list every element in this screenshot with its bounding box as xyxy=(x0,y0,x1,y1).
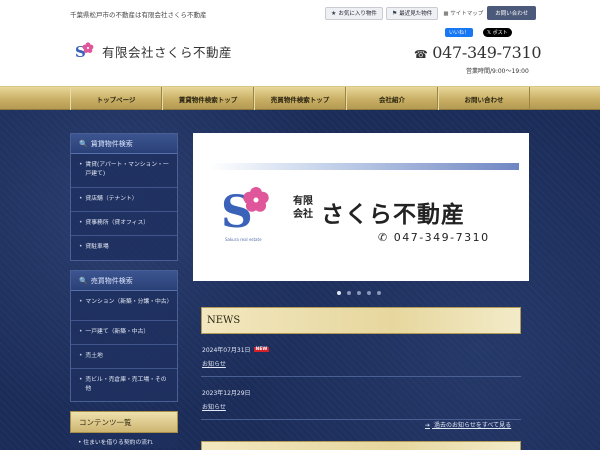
social-buttons: いいね！ 𝕏 ポスト xyxy=(445,28,512,37)
sidebar-item-label: 貸事務所（貸オフィス） xyxy=(85,220,150,226)
slider-dot-4[interactable] xyxy=(367,291,371,295)
sale-search-box: 🔍 売買物件検索 • マンション（新築・分譲・中古） • 一戸建て（新築・中古）… xyxy=(70,270,178,402)
rental-search-title: 賃貸物件検索 xyxy=(90,139,133,148)
news-item: 2024年07月31日 NEW お知らせ xyxy=(201,334,521,377)
news-category-link[interactable]: お知らせ xyxy=(202,359,521,368)
recent-link[interactable]: ⚑ 最近見た物件 xyxy=(385,6,439,20)
sidebar-item-label: 住まいを借りる契約の流れ xyxy=(83,440,153,446)
sidebar-item-label: 一戸建て（新築・中古） xyxy=(85,329,150,335)
bullet-icon: • xyxy=(79,329,83,335)
news-heading: NEWS xyxy=(201,307,521,334)
sidebar-item-sale-building[interactable]: • 売ビル・売倉庫・売工場・その他 xyxy=(71,369,177,401)
facebook-like-button[interactable]: いいね！ xyxy=(445,28,474,37)
news-date: 2023年12月29日 xyxy=(202,390,251,397)
x-post-label: ポスト xyxy=(492,30,508,36)
favorites-link[interactable]: ★ お気に入り物件 xyxy=(325,6,383,20)
rental-search-heading: 🔍 賃貸物件検索 xyxy=(71,134,177,154)
slider-dot-5[interactable] xyxy=(377,291,381,295)
news-view-all-label: 過去のお知らせをすべて見る xyxy=(433,422,512,429)
bullet-icon: • xyxy=(79,377,83,383)
arrow-right-icon: ➔ xyxy=(425,422,431,429)
banner-phone-text: 047-349-7310 xyxy=(393,231,490,244)
sidebar-item-label: 貸店舗（テナント） xyxy=(85,196,138,202)
phone-icon: ☎ xyxy=(414,48,428,61)
sitemap-link[interactable]: ■ サイトマップ xyxy=(443,9,483,17)
site-tagline: 千葉県松戸市の不動産は有限会社さくら不動産 xyxy=(70,11,207,19)
sidebar-item-lease-flow[interactable]: • 住まいを借りる契約の流れ xyxy=(70,433,178,448)
banner-yugen-text: 有限会社 xyxy=(293,196,313,220)
square-bullet-icon: ■ xyxy=(443,11,449,17)
news-section: NEWS 2024年07月31日 NEW お知らせ 2023年12月29日 お知… xyxy=(201,307,521,420)
slider-dot-3[interactable] xyxy=(357,291,361,295)
slider-dot-2[interactable] xyxy=(347,291,351,295)
new-badge: NEW xyxy=(253,347,270,352)
banner-gradient-line xyxy=(209,163,519,170)
news-date-row: 2023年12月29日 xyxy=(202,388,521,397)
company-logo[interactable]: S 有限会社さくら不動産 xyxy=(74,40,232,62)
news-category-link[interactable]: お知らせ xyxy=(202,402,521,411)
bullet-icon: • xyxy=(79,220,83,226)
news-date: 2024年07月31日 xyxy=(202,347,251,354)
slider-dots xyxy=(337,291,387,295)
x-post-button[interactable]: 𝕏 ポスト xyxy=(483,28,512,37)
contents-heading: コンテンツ一覧 xyxy=(70,411,178,433)
sidebar-item-label: 貸駐車場 xyxy=(85,244,109,250)
search-icon: 🔍 xyxy=(79,276,88,285)
hero-slider[interactable]: S 有限会社 さくら不動産 Sakura real estate ✆ 047-3… xyxy=(193,133,529,281)
phone-number-text: 047-349-7310 xyxy=(432,43,542,62)
news-view-all-link[interactable]: ➔ 過去のお知らせをすべて見る xyxy=(425,420,511,429)
sidebar-item-label: 売ビル・売倉庫・売工場・その他 xyxy=(85,377,167,392)
bullet-icon: • xyxy=(79,353,83,359)
sale-search-title: 売買物件検索 xyxy=(90,276,133,285)
sidebar-item-label: 売土地 xyxy=(85,353,103,359)
facebook-like-label: いいね！ xyxy=(449,30,470,36)
sidebar-item-label: マンション（新築・分譲・中古） xyxy=(85,299,173,305)
company-name: 有限会社さくら不動産 xyxy=(102,44,233,60)
sidebar-item-rental-residential[interactable]: • 賃貸(アパート・マンション・一戸建て) xyxy=(71,154,177,188)
recent-label: 最近見た物件 xyxy=(399,11,433,17)
sidebar-item-sale-mansion[interactable]: • マンション（新築・分譲・中古） xyxy=(71,291,177,321)
header-contact-label: お問い合わせ xyxy=(495,11,529,17)
slider-dot-1[interactable] xyxy=(337,291,341,295)
header-contact-button[interactable]: お問い合わせ xyxy=(487,6,537,20)
nav-item-rental-search[interactable]: 賃貸物件検索トップ xyxy=(162,87,254,110)
nav-item-sale-search[interactable]: 売買物件検索トップ xyxy=(254,87,346,110)
sitemap-label: サイトマップ xyxy=(450,11,484,17)
rental-search-box: 🔍 賃貸物件検索 • 賃貸(アパート・マンション・一戸建て) • 貸店舗（テナン… xyxy=(70,133,178,261)
flag-icon: ⚑ xyxy=(391,9,398,17)
banner-company-name: さくら不動産 xyxy=(321,202,465,228)
star-icon: ★ xyxy=(331,9,337,17)
banner-english-name: Sakura real estate xyxy=(225,237,262,242)
sidebar-item-label: 賃貸(アパート・マンション・一戸建て) xyxy=(85,162,169,177)
next-section-heading xyxy=(201,441,521,450)
bullet-icon: • xyxy=(79,244,83,250)
sidebar-item-rental-parking[interactable]: • 貸駐車場 xyxy=(71,236,177,260)
sidebar-item-rental-store[interactable]: • 貸店舗（テナント） xyxy=(71,188,177,212)
bullet-icon: • xyxy=(79,196,83,202)
phone-hook-icon: ✆ xyxy=(378,231,389,244)
phone-number[interactable]: ☎ 047-349-7310 xyxy=(414,43,542,62)
bullet-icon: • xyxy=(79,162,83,168)
site-header: 千葉県松戸市の不動産は有限会社さくら不動産 ★ お気に入り物件 ⚑ 最近見た物件… xyxy=(0,0,600,86)
global-nav: トップページ 賃貸物件検索トップ 売買物件検索トップ 会社紹介 お問い合わせ xyxy=(0,86,600,110)
nav-item-contact[interactable]: お問い合わせ xyxy=(438,87,530,110)
banner-phone: ✆ 047-349-7310 xyxy=(378,231,490,244)
news-item: 2023年12月29日 お知らせ xyxy=(201,377,521,420)
sidebar-item-sale-land[interactable]: • 売土地 xyxy=(71,345,177,369)
news-date-row: 2024年07月31日 NEW xyxy=(202,345,521,354)
search-icon: 🔍 xyxy=(79,139,88,148)
bullet-icon: • xyxy=(78,440,82,446)
nav-item-top[interactable]: トップページ xyxy=(70,87,162,110)
favorites-label: お気に入り物件 xyxy=(338,11,377,17)
header-utility-links: ★ お気に入り物件 ⚑ 最近見た物件 ■ サイトマップ お問い合わせ xyxy=(325,6,537,20)
business-hours: 営業時間/9:00～19:00 xyxy=(466,68,529,75)
sakura-logo-icon: S xyxy=(74,40,96,62)
bullet-icon: • xyxy=(79,299,83,305)
sidebar-item-rental-office[interactable]: • 貸事務所（貸オフィス） xyxy=(71,212,177,236)
sale-search-heading: 🔍 売買物件検索 xyxy=(71,271,177,291)
sakura-banner-logo-icon: S xyxy=(221,183,275,238)
nav-item-company[interactable]: 会社紹介 xyxy=(346,87,438,110)
sidebar-item-sale-house[interactable]: • 一戸建て（新築・中古） xyxy=(71,321,177,345)
sidebar: 🔍 賃貸物件検索 • 賃貸(アパート・マンション・一戸建て) • 貸店舗（テナン… xyxy=(70,133,178,448)
